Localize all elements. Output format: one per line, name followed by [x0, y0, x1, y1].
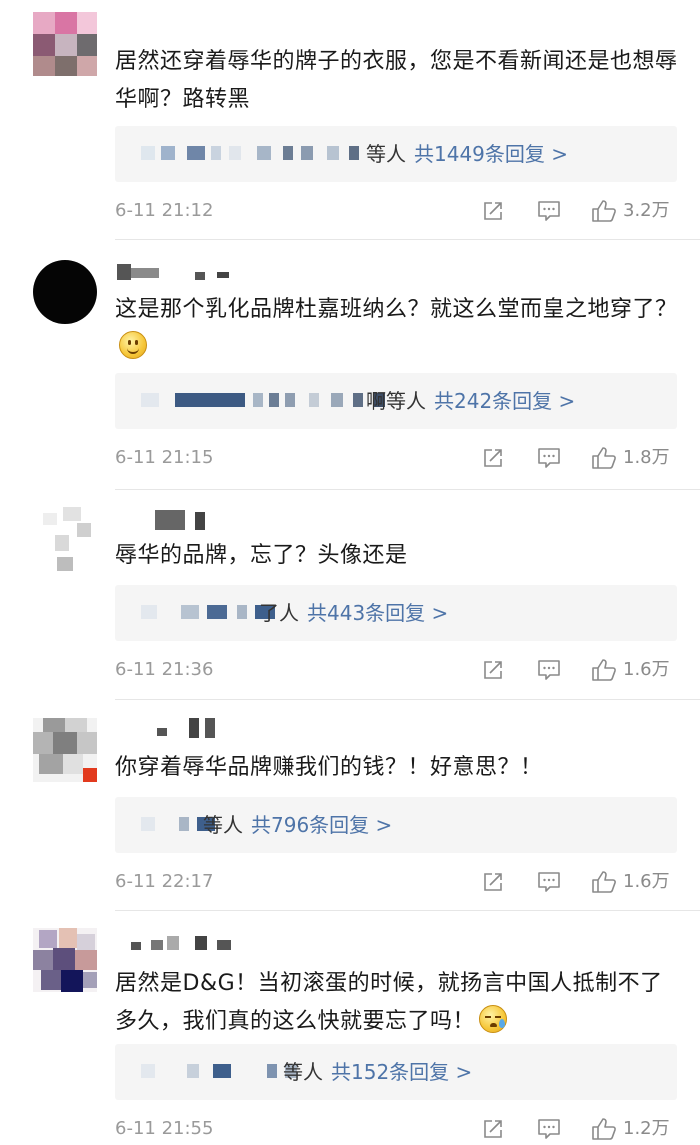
comment-meta: 6-11 21:15 1.8万 [115, 442, 677, 474]
comment-text: 居然还穿着辱华的牌子的衣服，您是不看新闻还是也想辱华啊？路转黑 [115, 43, 685, 119]
avatar[interactable] [33, 507, 97, 571]
reply-names-suffix: 等人 [366, 142, 406, 166]
divider [115, 699, 700, 700]
comment-button[interactable] [537, 1113, 561, 1145]
comment-meta: 6-11 21:12 3.2万 [115, 195, 677, 227]
view-replies-link[interactable]: 共152条回复 > [331, 1060, 472, 1084]
username-blurred[interactable] [117, 510, 247, 532]
reply-names-suffix: 啊等人 [366, 389, 426, 413]
comment-icon [537, 200, 561, 222]
comment-text-content: 这是那个乳化品牌杜嘉班纳么？就这么堂而皇之地穿了？ [115, 297, 678, 322]
timestamp: 6-11 21:15 [115, 447, 214, 468]
comment-button[interactable] [537, 442, 561, 474]
comment-button[interactable] [537, 195, 561, 227]
username-blurred[interactable] [117, 718, 247, 740]
avatar[interactable] [33, 12, 97, 76]
replies-preview[interactable]: 等人 共1449条回复 > [115, 126, 677, 182]
like-count: 1.6万 [623, 871, 670, 892]
like-count: 1.6万 [623, 659, 670, 680]
repost-button[interactable] [482, 442, 504, 474]
repost-button[interactable] [482, 1113, 504, 1145]
sweat-emoji-icon [479, 1005, 508, 1033]
repost-button[interactable] [482, 195, 504, 227]
thumbs-up-icon [591, 1117, 617, 1141]
reply-names-suffix: 等人 [203, 813, 243, 837]
like-count: 3.2万 [623, 200, 670, 221]
comment-meta: 6-11 21:36 1.6万 [115, 654, 677, 686]
divider [115, 910, 700, 911]
timestamp: 6-11 21:36 [115, 659, 214, 680]
comment-icon [537, 871, 561, 893]
avatar[interactable] [33, 928, 97, 992]
comment-text-content: 你穿着辱华品牌赚我们的钱？！好意思？！ [115, 755, 543, 780]
avatar[interactable] [33, 260, 97, 324]
comment-text-content: 居然还穿着辱华的牌子的衣服，您是不看新闻还是也想辱华啊？路转黑 [115, 49, 678, 112]
like-button[interactable]: 1.8万 [591, 442, 670, 474]
comment-text: 你穿着辱华品牌赚我们的钱？！好意思？！ [115, 749, 685, 787]
like-button[interactable]: 1.6万 [591, 654, 670, 686]
comment-icon [537, 1118, 561, 1140]
comment-meta: 6-11 21:55 1.2万 [115, 1113, 677, 1145]
timestamp: 6-11 21:55 [115, 1118, 214, 1139]
comment-meta: 6-11 22:17 1.6万 [115, 866, 677, 898]
divider [115, 489, 700, 490]
reply-names-suffix: 等人 [283, 1060, 323, 1084]
repost-button[interactable] [482, 866, 504, 898]
thumbs-up-icon [591, 199, 617, 223]
comment-text-content: 辱华的品牌，忘了？头像还是 [115, 543, 408, 568]
reply-names-suffix: 了人 [259, 601, 299, 625]
view-replies-link[interactable]: 共796条回复 > [251, 813, 392, 837]
timestamp: 6-11 21:12 [115, 200, 214, 221]
divider [115, 239, 700, 240]
share-icon [482, 200, 504, 222]
comment-icon [537, 447, 561, 469]
thumbs-up-icon [591, 658, 617, 682]
view-replies-link[interactable]: 共1449条回复 > [414, 142, 568, 166]
comment-text: 居然是D&G！当初滚蛋的时候，就扬言中国人抵制不了多久，我们真的这么快就要忘了吗… [115, 965, 685, 1041]
share-icon [482, 659, 504, 681]
comment-text: 这是那个乳化品牌杜嘉班纳么？就这么堂而皇之地穿了？ [115, 291, 685, 367]
replies-preview[interactable]: 等人 共152条回复 > [115, 1044, 677, 1100]
share-icon [482, 1118, 504, 1140]
comment-icon [537, 659, 561, 681]
thumbs-up-icon [591, 870, 617, 894]
timestamp: 6-11 22:17 [115, 871, 214, 892]
view-replies-link[interactable]: 共242条回复 > [434, 389, 575, 413]
comment-button[interactable] [537, 654, 561, 686]
like-button[interactable]: 3.2万 [591, 195, 670, 227]
like-count: 1.8万 [623, 447, 670, 468]
like-button[interactable]: 1.6万 [591, 866, 670, 898]
like-button[interactable]: 1.2万 [591, 1113, 670, 1145]
avatar[interactable] [33, 718, 97, 782]
username-blurred[interactable] [117, 932, 247, 954]
view-replies-link[interactable]: 共443条回复 > [307, 601, 448, 625]
smile-emoji-icon [119, 331, 147, 359]
replies-preview[interactable]: 啊等人 共242条回复 > [115, 373, 677, 429]
username-blurred[interactable] [117, 262, 247, 284]
thumbs-up-icon [591, 446, 617, 470]
comment-button[interactable] [537, 866, 561, 898]
repost-button[interactable] [482, 654, 504, 686]
comment-text-content: 居然是D&G！当初滚蛋的时候，就扬言中国人抵制不了多久，我们真的这么快就要忘了吗… [115, 971, 663, 1034]
share-icon [482, 447, 504, 469]
replies-preview[interactable]: 了人 共443条回复 > [115, 585, 677, 641]
blurred-usernames [141, 146, 371, 160]
share-icon [482, 871, 504, 893]
blurred-usernames [141, 393, 391, 407]
replies-preview[interactable]: 等人 共796条回复 > [115, 797, 677, 853]
blurred-usernames [141, 1064, 301, 1078]
comment-text: 辱华的品牌，忘了？头像还是 [115, 537, 685, 575]
like-count: 1.2万 [623, 1118, 670, 1139]
